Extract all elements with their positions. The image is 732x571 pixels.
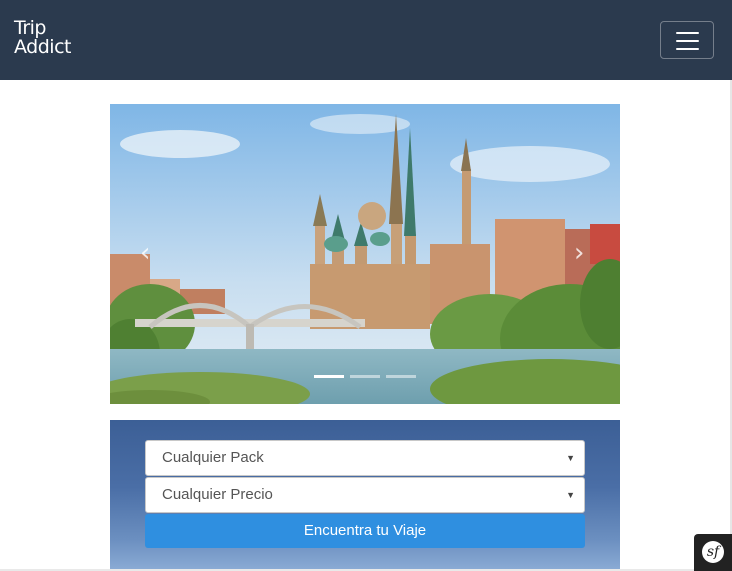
chevron-down-icon: ▼ bbox=[566, 453, 575, 463]
brand-logo[interactable]: Trip Addict bbox=[14, 19, 88, 57]
search-panel: Cualquier Pack ▼ Cualquier Precio ▼ Encu… bbox=[110, 420, 620, 569]
navbar-toggler-button[interactable] bbox=[660, 21, 714, 59]
hero-carousel bbox=[110, 104, 620, 404]
price-select[interactable]: Cualquier Precio ▼ bbox=[145, 477, 585, 513]
carousel-indicator-1[interactable] bbox=[314, 375, 344, 378]
price-select-value: Cualquier Precio bbox=[162, 486, 273, 503]
carousel-indicator-2[interactable] bbox=[350, 375, 380, 378]
carousel-prev-button[interactable]: ‹ bbox=[140, 238, 150, 268]
find-trip-button[interactable]: Encuentra tu Viaje bbox=[145, 514, 585, 548]
carousel-indicator-3[interactable] bbox=[386, 375, 416, 378]
pack-select[interactable]: Cualquier Pack ▼ bbox=[145, 440, 585, 476]
carousel-slide-image bbox=[110, 104, 620, 404]
symfony-toolbar-button[interactable]: sf bbox=[694, 534, 732, 571]
carousel-indicators bbox=[314, 375, 416, 379]
symfony-icon: sf bbox=[702, 541, 724, 563]
pack-select-value: Cualquier Pack bbox=[162, 449, 264, 466]
brand-line-2: Addict bbox=[14, 36, 71, 58]
carousel-next-button[interactable]: › bbox=[574, 238, 584, 268]
chevron-down-icon: ▼ bbox=[566, 490, 575, 500]
top-navbar: Trip Addict bbox=[0, 0, 732, 80]
